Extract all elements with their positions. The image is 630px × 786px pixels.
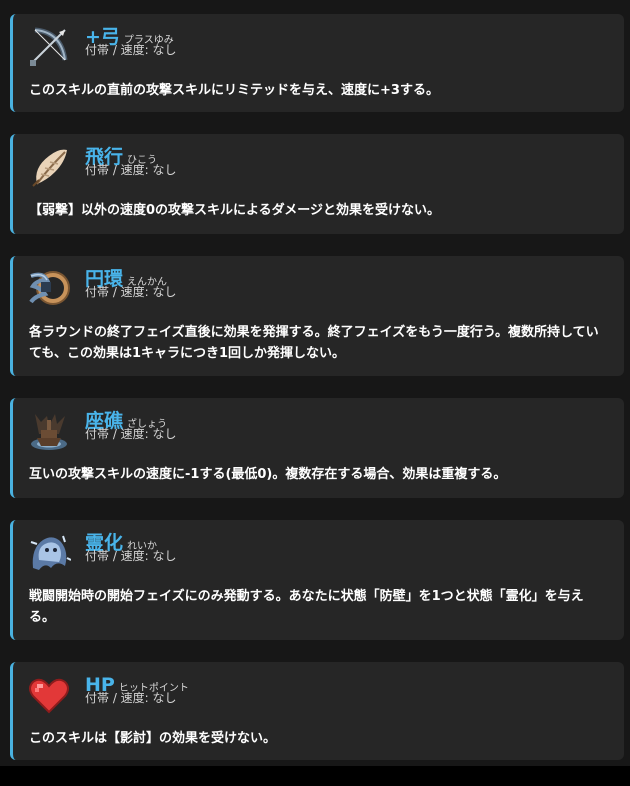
skill-card: 霊化 れいか 付帯 / 速度: なし 戦闘開始時の開始フェイズにのみ発動する。あな… (10, 520, 624, 640)
skill-card: +弓 プラスゆみ 付帯 / 速度: なし このスキルの直前の攻撃スキルにリミテッド… (10, 14, 624, 112)
skill-card: 座礁 ざしょう 付帯 / 速度: なし 互いの攻撃スキルの速度に-1する(最低0)… (10, 398, 624, 498)
skill-list: +弓 プラスゆみ 付帯 / 速度: なし このスキルの直前の攻撃スキルにリミテッド… (10, 14, 624, 782)
skill-header: 霊化 れいか 付帯 / 速度: なし (27, 532, 385, 572)
ghost-icon (30, 535, 71, 570)
skill-list-page: +弓 プラスゆみ 付帯 / 速度: なし このスキルの直前の攻撃スキルにリミテッド… (0, 0, 630, 786)
heart-icon (29, 678, 69, 714)
stranded-ship-icon (31, 414, 67, 450)
bottom-band (0, 766, 630, 786)
skill-description: 【弱撃】以外の速度0の攻撃スキルによるダメージと効果を受けない。 (29, 203, 441, 218)
bow-icon (30, 27, 68, 66)
skill-meta: 付帯 / 速度: なし (85, 549, 177, 563)
skill-card: 円環 えんかん 付帯 / 速度: なし 各ラウンドの終了フェイズ直後に効果を発揮す… (10, 256, 624, 376)
skill-header: +弓 プラスゆみ 付帯 / 速度: なし (27, 26, 385, 66)
ring-icon (29, 271, 70, 305)
skill-header: 座礁 ざしょう 付帯 / 速度: なし (27, 410, 385, 450)
skill-header: 円環 えんかん 付帯 / 速度: なし (27, 268, 385, 308)
skill-header: HP ヒットポイント 付帯 / 速度: なし (27, 674, 385, 714)
skill-card: HP ヒットポイント 付帯 / 速度: なし このスキルは【影討】の効果を受けない… (10, 662, 624, 760)
skill-meta: 付帯 / 速度: なし (85, 43, 177, 57)
skill-description: 各ラウンドの終了フェイズ直後に効果を発揮する。終了フェイズをもう一度行う。複数所… (29, 325, 599, 361)
skill-meta: 付帯 / 速度: なし (85, 691, 177, 705)
skill-meta: 付帯 / 速度: なし (85, 427, 177, 441)
skill-meta: 付帯 / 速度: なし (85, 163, 177, 177)
skill-card: 飛行 ひこう 付帯 / 速度: なし 【弱撃】以外の速度0の攻撃スキルによるダメー… (10, 134, 624, 234)
skill-meta: 付帯 / 速度: なし (85, 285, 177, 299)
skill-header: 飛行 ひこう 付帯 / 速度: なし (27, 146, 385, 187)
feather-icon (32, 149, 67, 187)
skill-description: 戦闘開始時の開始フェイズにのみ発動する。あなたに状態「防壁」を1つと状態「霊化」… (29, 589, 584, 625)
skill-description: 互いの攻撃スキルの速度に-1する(最低0)。複数存在する場合、効果は重複する。 (29, 467, 507, 482)
skill-description: このスキルは【影討】の効果を受けない。 (29, 731, 277, 746)
skill-description: このスキルの直前の攻撃スキルにリミテッドを与え、速度に+3する。 (29, 83, 439, 98)
